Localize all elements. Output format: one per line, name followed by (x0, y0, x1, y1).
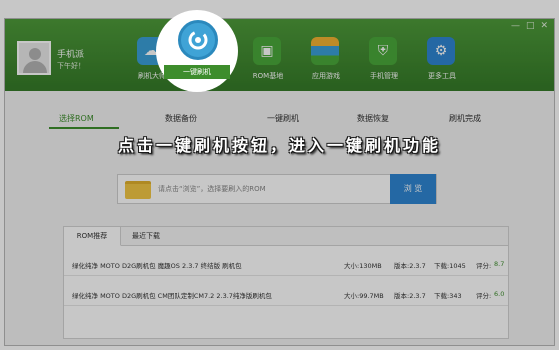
rom-version: 版本:2.3.7 (394, 292, 426, 300)
tools-icon: ⚙ (427, 37, 455, 65)
rom-score-label: 评分: (476, 262, 492, 270)
step-complete[interactable]: 刷机完成 (449, 113, 481, 124)
bag-icon: ▣ (253, 37, 281, 65)
step-flash[interactable]: 一键刷机 (267, 113, 299, 124)
rom-size: 大小:130MB (344, 262, 382, 270)
avatar[interactable] (17, 41, 51, 75)
rom-list-panel: ROM推荐 最近下载 绿化纯净 MOTO D2G刷机包 魔趣OS 2.3.7 终… (63, 226, 509, 339)
username[interactable]: 手机派 (57, 47, 84, 60)
nav-item-more-tools[interactable]: ⚙ 更多工具 (413, 19, 471, 91)
step-backup[interactable]: 数据备份 (165, 113, 197, 124)
close-button[interactable]: ✕ (540, 21, 548, 31)
rom-title[interactable]: 绿化纯净 MOTO D2G刷机包 CM团队定制CM7.2 2.3.7纯净版刷机包 (72, 290, 272, 300)
rom-score-label: 评分: (476, 292, 492, 300)
refresh-arrows-icon (188, 30, 208, 50)
one-click-flash-label[interactable]: 一键刷机 (164, 65, 230, 79)
avatar-head (29, 48, 41, 60)
nav-item-phone-manager[interactable]: ⛨ 手机管理 (355, 19, 413, 91)
browse-button[interactable]: 浏 览 (390, 174, 436, 204)
avatar-body (23, 61, 47, 73)
apps-icon (311, 37, 339, 65)
rom-version: 版本:2.3.7 (394, 262, 426, 270)
rom-path-placeholder: 请点击“浏览”，选择要刷入的ROM (158, 185, 266, 193)
rom-score: 6.0 (494, 290, 505, 298)
maximize-button[interactable]: □ (526, 21, 535, 31)
rom-row[interactable]: 绿化纯净 MOTO D2G刷机包 CM团队定制CM7.2 2.3.7纯净版刷机包… (64, 285, 508, 303)
rom-score: 8.7 (494, 260, 505, 268)
rom-row[interactable]: 绿化纯净 MOTO D2G刷机包 魔趣OS 2.3.7 终结版 刷机包 大小:1… (64, 255, 508, 273)
rom-downloads: 下载:1045 (434, 262, 466, 270)
shield-icon: ⛨ (369, 37, 397, 65)
rom-size: 大小:99.7MB (344, 292, 384, 300)
rom-title[interactable]: 绿化纯净 MOTO D2G刷机包 魔趣OS 2.3.7 终结版 刷机包 (72, 260, 242, 270)
nav-item-apps-games[interactable]: 应用游戏 (297, 19, 355, 91)
folder-icon (125, 181, 151, 199)
nav-label: 更多工具 (428, 72, 456, 80)
nav-label: 手机管理 (370, 72, 398, 80)
rom-path-field[interactable]: 请点击“浏览”，选择要刷入的ROM (117, 174, 437, 204)
step-restore[interactable]: 数据恢复 (357, 113, 389, 124)
app-window: — □ ✕ 手机派 下午好！ ☁ 刷机大师 ▣ ROM基地 应用游戏 ⛨ 手机管… (4, 18, 555, 346)
flash-steps: 选择ROM 数据备份 一键刷机 数据恢复 刷机完成 (5, 107, 554, 129)
refresh-icon[interactable] (178, 20, 218, 60)
minimize-button[interactable]: — (511, 21, 520, 31)
rom-tabs: ROM推荐 最近下载 (64, 227, 508, 246)
nav-item-rom-base[interactable]: ▣ ROM基地 (239, 19, 297, 91)
tab-rom-recommend[interactable]: ROM推荐 (64, 227, 121, 246)
window-controls: — □ ✕ (511, 21, 548, 31)
nav-label: ROM基地 (252, 72, 284, 80)
rom-downloads: 下载:343 (434, 292, 462, 300)
nav-label: 应用游戏 (312, 72, 340, 80)
active-step-indicator (49, 127, 119, 129)
row-divider (64, 305, 508, 306)
step-select-rom[interactable]: 选择ROM (59, 113, 94, 124)
tutorial-caption: 点击一键刷机按钮，进入一键刷机功能 (117, 136, 441, 155)
row-divider (64, 275, 508, 276)
top-bar: — □ ✕ 手机派 下午好！ ☁ 刷机大师 ▣ ROM基地 应用游戏 ⛨ 手机管… (5, 19, 554, 91)
greeting: 下午好！ (57, 62, 85, 70)
tab-recent-downloads[interactable]: 最近下载 (124, 227, 168, 245)
